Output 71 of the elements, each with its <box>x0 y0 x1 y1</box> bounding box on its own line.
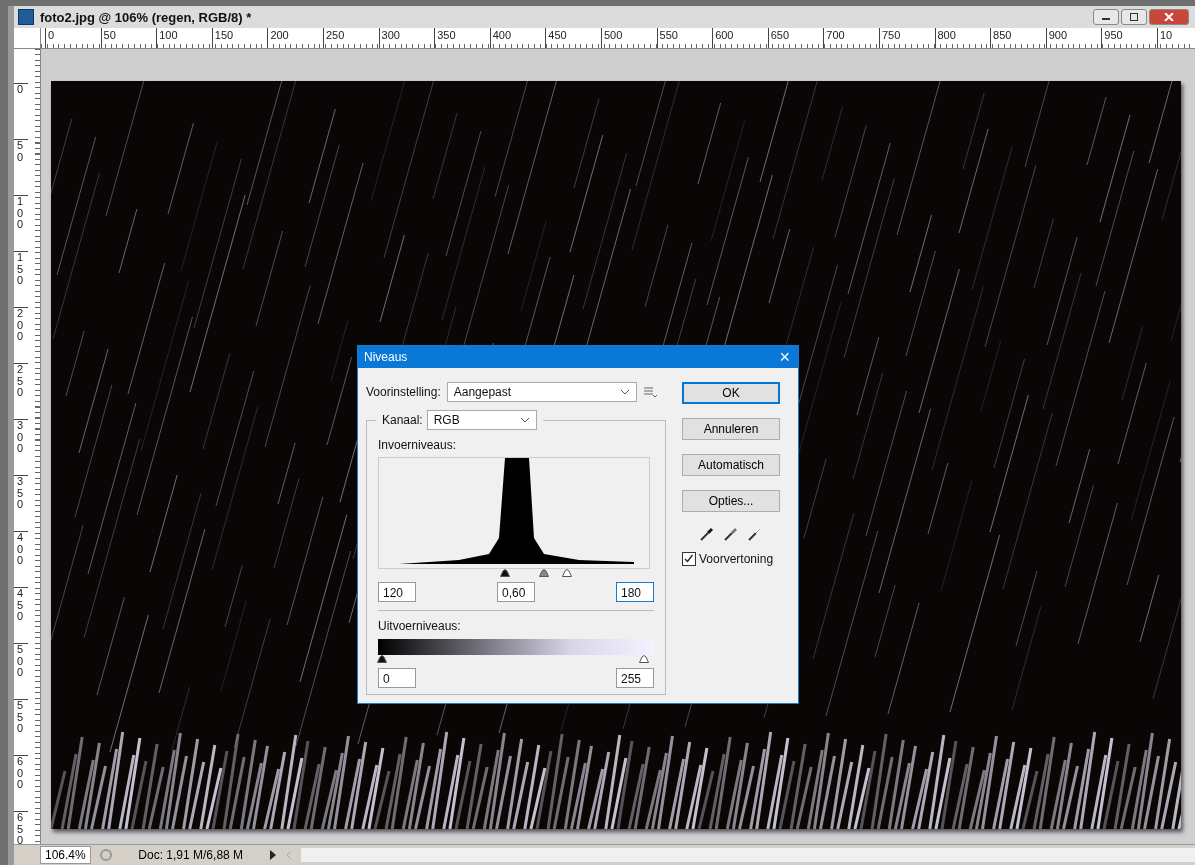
dialog-button[interactable]: Automatisch <box>682 454 780 476</box>
ruler-label: 250 <box>14 363 28 419</box>
eyedropper-icon[interactable] <box>747 526 763 542</box>
ruler-label: 450 <box>14 587 28 643</box>
preset-label: Voorinstelling: <box>366 385 441 399</box>
eyedropper-icon[interactable] <box>699 526 715 542</box>
channel-label: Kanaal: <box>382 413 423 427</box>
ruler-label: 600 <box>712 28 768 48</box>
ruler-label: 650 <box>767 28 824 48</box>
ruler-label: 350 <box>14 475 28 531</box>
ruler-label: 250 <box>322 28 379 48</box>
close-icon <box>1164 13 1174 21</box>
ruler-label: 900 <box>1045 28 1102 48</box>
chevron-down-icon <box>619 389 630 395</box>
document-size-info: Doc: 1,91 M/6,88 M <box>137 848 245 862</box>
input-field[interactable]: 0,60 <box>497 582 535 602</box>
ruler-label: 700 <box>823 28 879 48</box>
ruler-label: 50 <box>100 28 157 48</box>
ruler-label: 950 <box>1101 28 1157 48</box>
input-levels-label: Invoerniveaus: <box>378 438 458 452</box>
preview-checkbox[interactable]: Voorvertoning <box>682 552 780 566</box>
play-icon[interactable] <box>268 850 277 860</box>
list-menu-icon[interactable] <box>642 386 657 398</box>
input-field[interactable]: 180 <box>616 582 654 602</box>
zoom-field[interactable]: 106.4% <box>40 846 91 864</box>
dialog-title: Niveaus <box>364 350 408 364</box>
ruler-label: 300 <box>378 28 435 48</box>
ruler-label: 150 <box>14 251 28 307</box>
ruler-label: 800 <box>934 28 991 48</box>
output-levels-label: Uitvoerniveaus: <box>378 619 462 633</box>
close-button[interactable]: × <box>771 348 798 366</box>
ruler-label: 200 <box>14 307 28 363</box>
chevron-down-icon <box>519 417 530 423</box>
app-logo-icon <box>18 9 34 25</box>
ruler-label: 450 <box>545 28 601 48</box>
ruler-label: 600 <box>14 755 28 811</box>
ruler-label: 50 <box>14 139 28 195</box>
ruler-label: 850 <box>990 28 1046 48</box>
input-field[interactable]: 120 <box>378 582 416 602</box>
ruler-label: 500 <box>14 643 28 699</box>
ruler-label: 150 <box>211 28 268 48</box>
ruler-label: 750 <box>878 28 935 48</box>
close-button[interactable] <box>1149 9 1189 25</box>
ruler-label: 0 <box>14 83 28 139</box>
ruler-label: 10 <box>1156 28 1195 48</box>
minimize-button[interactable] <box>1093 9 1119 25</box>
ruler-label: 0 <box>45 28 101 48</box>
horizontal-scrollbar[interactable] <box>300 848 1195 862</box>
document-title: foto2.jpg @ 106% (regen, RGB/8) * <box>40 9 252 25</box>
clock-icon <box>98 848 113 862</box>
preset-dropdown[interactable]: Aangepast <box>446 382 637 402</box>
ruler-label: 200 <box>267 28 323 48</box>
ruler-label: 550 <box>14 699 28 755</box>
ruler-label: 100 <box>156 28 212 48</box>
ruler-label: 300 <box>14 419 28 475</box>
eyedropper-icon[interactable] <box>723 526 739 542</box>
output-field[interactable]: 255 <box>616 668 654 688</box>
dialog-button[interactable]: Opties... <box>682 490 780 512</box>
dialog-button[interactable]: Annuleren <box>682 418 780 440</box>
checkmark-icon <box>683 553 694 564</box>
ruler-label: 500 <box>600 28 657 48</box>
ruler-label: 100 <box>14 195 28 251</box>
ruler-label: 550 <box>656 28 713 48</box>
ruler-label: 400 <box>489 28 546 48</box>
ruler-label: 350 <box>434 28 490 48</box>
ruler-label: 400 <box>14 531 28 587</box>
restore-icon <box>1129 13 1139 21</box>
dialog-button[interactable]: OK <box>682 382 780 404</box>
channel-dropdown[interactable]: RGB <box>426 410 537 430</box>
output-field[interactable]: 0 <box>378 668 416 688</box>
restore-button[interactable] <box>1121 9 1147 25</box>
